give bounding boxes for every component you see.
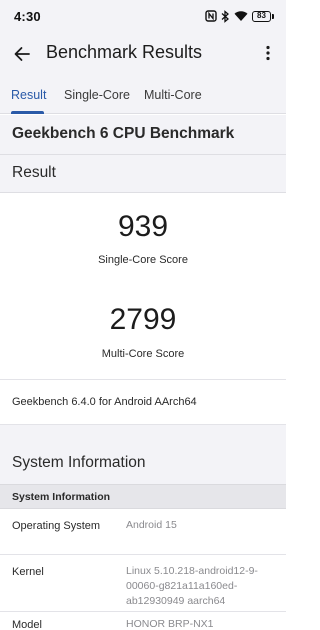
table-row: Operating System Android 15 [0,509,286,555]
system-info-heading-bar: System Information [0,447,286,484]
more-vertical-icon [266,45,270,61]
version-row: Geekbench 6.4.0 for Android AArch64 [0,380,286,425]
arrow-left-icon [14,47,30,61]
result-heading-bar: Result [0,155,286,193]
status-bar: 4:30 83 [0,0,286,32]
system-info-table-title: System Information [12,491,111,503]
system-info-table-header: System Information [0,484,286,509]
section-divider [0,425,286,447]
app-bar: Benchmark Results [0,32,286,74]
score-card: 939 Single-Core Score 2799 Multi-Core Sc… [0,193,286,380]
tab-multi-core[interactable]: Multi-Core [144,74,202,114]
bluetooth-icon [221,9,230,23]
row-value: Android 15 [126,519,177,531]
multi-core-score: 2799 [109,303,177,336]
nfc-icon [205,10,217,22]
back-button[interactable] [10,42,34,66]
status-icons: 83 [205,9,274,23]
row-value: Linux 5.10.218-android12-9-00060-g821a11… [126,565,258,607]
row-key: Model [12,619,42,630]
benchmark-title-bar: Geekbench 6 CPU Benchmark [0,115,286,155]
row-key: Operating System [12,520,101,532]
table-row: Kernel Linux 5.10.218-android12-9-00060-… [0,555,286,612]
tab-result[interactable]: Result [11,74,46,114]
result-heading: Result [12,164,56,181]
system-info-heading: System Information [12,454,146,471]
version-text: Geekbench 6.4.0 for Android AArch64 [12,396,197,408]
single-core-score: 939 [117,210,169,243]
single-core-label: Single-Core Score [98,254,188,266]
tab-single-core[interactable]: Single-Core [64,74,130,114]
status-time: 4:30 [14,9,41,24]
tab-bar: Result Single-Core Multi-Core [0,74,286,114]
battery-level: 83 [252,10,271,22]
battery-icon: 83 [252,10,274,22]
multi-core-label: Multi-Core Score [101,348,185,360]
table-row: Model HONOR BRP-NX1 [0,612,286,630]
page-title: Benchmark Results [46,42,203,62]
benchmark-title: Geekbench 6 CPU Benchmark [12,125,235,142]
row-value: HONOR BRP-NX1 [126,618,214,630]
wifi-icon [234,10,248,22]
row-key: Kernel [12,566,44,578]
tab-indicator [11,111,44,114]
more-options-button[interactable] [258,41,278,65]
